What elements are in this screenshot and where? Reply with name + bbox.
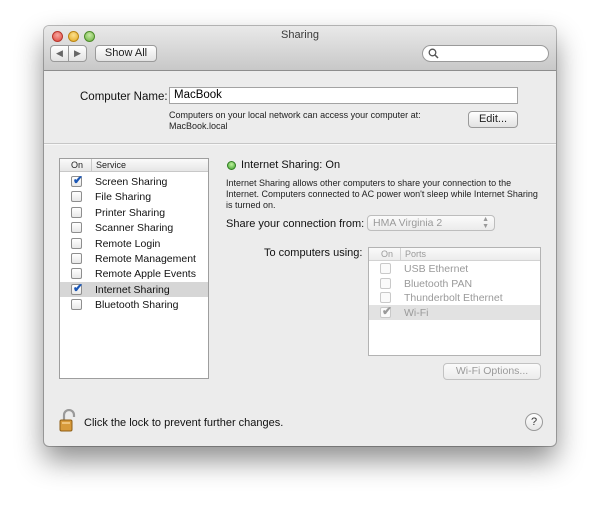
service-row[interactable]: File Sharing bbox=[60, 189, 208, 204]
service-label: Internet Sharing bbox=[95, 283, 170, 296]
back-button[interactable]: ◀ bbox=[50, 45, 69, 62]
service-label: Remote Login bbox=[95, 237, 161, 250]
sharing-window: Sharing ◀ ▶ Show All Computer Name: MacB… bbox=[44, 26, 556, 446]
ports-list: On Ports USB Ethernet Bluetooth PAN Thunde… bbox=[368, 247, 541, 356]
port-checkbox[interactable] bbox=[380, 277, 391, 289]
forward-arrow-icon: ▶ bbox=[74, 48, 81, 58]
service-checkbox[interactable]: ✔ bbox=[71, 173, 84, 187]
window-title: Sharing bbox=[281, 29, 319, 41]
service-checkbox[interactable] bbox=[71, 237, 82, 249]
service-label: Screen Sharing bbox=[95, 176, 168, 188]
show-all-button[interactable]: Show All bbox=[95, 45, 157, 62]
status-title: Internet Sharing: On bbox=[241, 159, 341, 171]
port-row[interactable]: Thunderbolt Ethernet bbox=[369, 290, 540, 305]
service-label: Scanner Sharing bbox=[95, 222, 174, 235]
ports-header-ports: Ports bbox=[405, 249, 427, 259]
service-checkbox[interactable] bbox=[71, 268, 82, 280]
ports-list-header: On Ports bbox=[369, 248, 540, 261]
service-row[interactable]: Remote Apple Events bbox=[60, 266, 208, 281]
service-checkbox[interactable] bbox=[71, 191, 82, 203]
service-row[interactable]: ✔ Internet Sharing bbox=[60, 280, 208, 297]
service-row[interactable]: Printer Sharing bbox=[60, 205, 208, 220]
port-row[interactable]: ✔ Wi-Fi bbox=[369, 304, 540, 321]
service-checkbox[interactable] bbox=[71, 299, 82, 311]
local-hostname: MacBook.local bbox=[169, 121, 228, 131]
forward-button[interactable]: ▶ bbox=[68, 45, 87, 62]
service-checkbox[interactable] bbox=[71, 206, 82, 218]
edit-button[interactable]: Edit... bbox=[468, 111, 518, 128]
service-row[interactable]: ✔ Screen Sharing bbox=[60, 174, 208, 189]
service-row[interactable]: Remote Management bbox=[60, 251, 208, 266]
port-row[interactable]: Bluetooth PAN bbox=[369, 276, 540, 291]
ports-header-separator bbox=[400, 248, 401, 260]
port-row[interactable]: USB Ethernet bbox=[369, 261, 540, 276]
lock-icon[interactable] bbox=[59, 408, 79, 433]
search-icon bbox=[428, 48, 439, 59]
header-service: Service bbox=[96, 160, 127, 170]
port-checkbox[interactable] bbox=[380, 292, 391, 304]
navigation-buttons: ◀ ▶ bbox=[50, 45, 88, 62]
service-list: On Service ✔ Screen Sharing File Sharing Pr… bbox=[59, 158, 209, 379]
checkmark-icon: ✔ bbox=[73, 280, 84, 295]
service-list-header: On Service bbox=[60, 159, 208, 172]
port-label: Wi-Fi bbox=[404, 307, 429, 320]
service-checkbox[interactable]: ✔ bbox=[71, 280, 84, 295]
checkmark-icon: ✔ bbox=[73, 173, 84, 187]
ports-header-on: On bbox=[381, 249, 394, 259]
port-checkbox[interactable] bbox=[380, 263, 391, 274]
port-label: Thunderbolt Ethernet bbox=[404, 292, 503, 305]
search-input[interactable] bbox=[422, 45, 549, 62]
service-label: File Sharing bbox=[95, 191, 152, 204]
port-label: USB Ethernet bbox=[404, 263, 469, 275]
title-bar: Sharing ◀ ▶ Show All bbox=[44, 26, 556, 71]
help-button[interactable]: ? bbox=[525, 413, 543, 431]
wifi-options-button[interactable]: Wi-Fi Options... bbox=[443, 363, 541, 380]
computer-name-label: Computer Name: bbox=[80, 91, 168, 103]
service-checkbox[interactable] bbox=[71, 222, 82, 234]
to-computers-label: To computers using: bbox=[264, 247, 363, 259]
service-label: Remote Apple Events bbox=[95, 268, 196, 281]
service-row[interactable]: Scanner Sharing bbox=[60, 220, 208, 235]
share-from-value: HMA Virginia 2 bbox=[373, 217, 443, 229]
service-checkbox[interactable] bbox=[71, 253, 82, 264]
share-from-label: Share your connection from: bbox=[226, 218, 365, 230]
service-label: Bluetooth Sharing bbox=[95, 299, 179, 312]
service-description: Internet Sharing allows other computers … bbox=[226, 178, 538, 210]
popup-arrows-icon: ▲ ▼ bbox=[482, 216, 489, 230]
port-label: Bluetooth PAN bbox=[404, 277, 473, 290]
back-arrow-icon: ◀ bbox=[56, 48, 63, 58]
share-from-popup[interactable]: HMA Virginia 2 ▲ ▼ bbox=[367, 215, 495, 231]
status-indicator-icon bbox=[227, 161, 236, 170]
service-label: Remote Management bbox=[95, 253, 196, 265]
divider-highlight bbox=[44, 144, 556, 145]
computer-name-field[interactable]: MacBook bbox=[169, 87, 518, 104]
computer-name-description: Computers on your local network can acce… bbox=[169, 110, 449, 132]
service-row[interactable]: Remote Login bbox=[60, 236, 208, 251]
checkmark-icon: ✔ bbox=[382, 304, 393, 319]
header-separator bbox=[91, 159, 92, 171]
service-row[interactable]: Bluetooth Sharing bbox=[60, 297, 208, 312]
header-on: On bbox=[71, 160, 84, 170]
service-label: Printer Sharing bbox=[95, 206, 166, 219]
computer-name-description-line1: Computers on your local network can acce… bbox=[169, 110, 421, 120]
lock-text: Click the lock to prevent further change… bbox=[84, 417, 284, 429]
port-checkbox[interactable]: ✔ bbox=[380, 304, 393, 319]
